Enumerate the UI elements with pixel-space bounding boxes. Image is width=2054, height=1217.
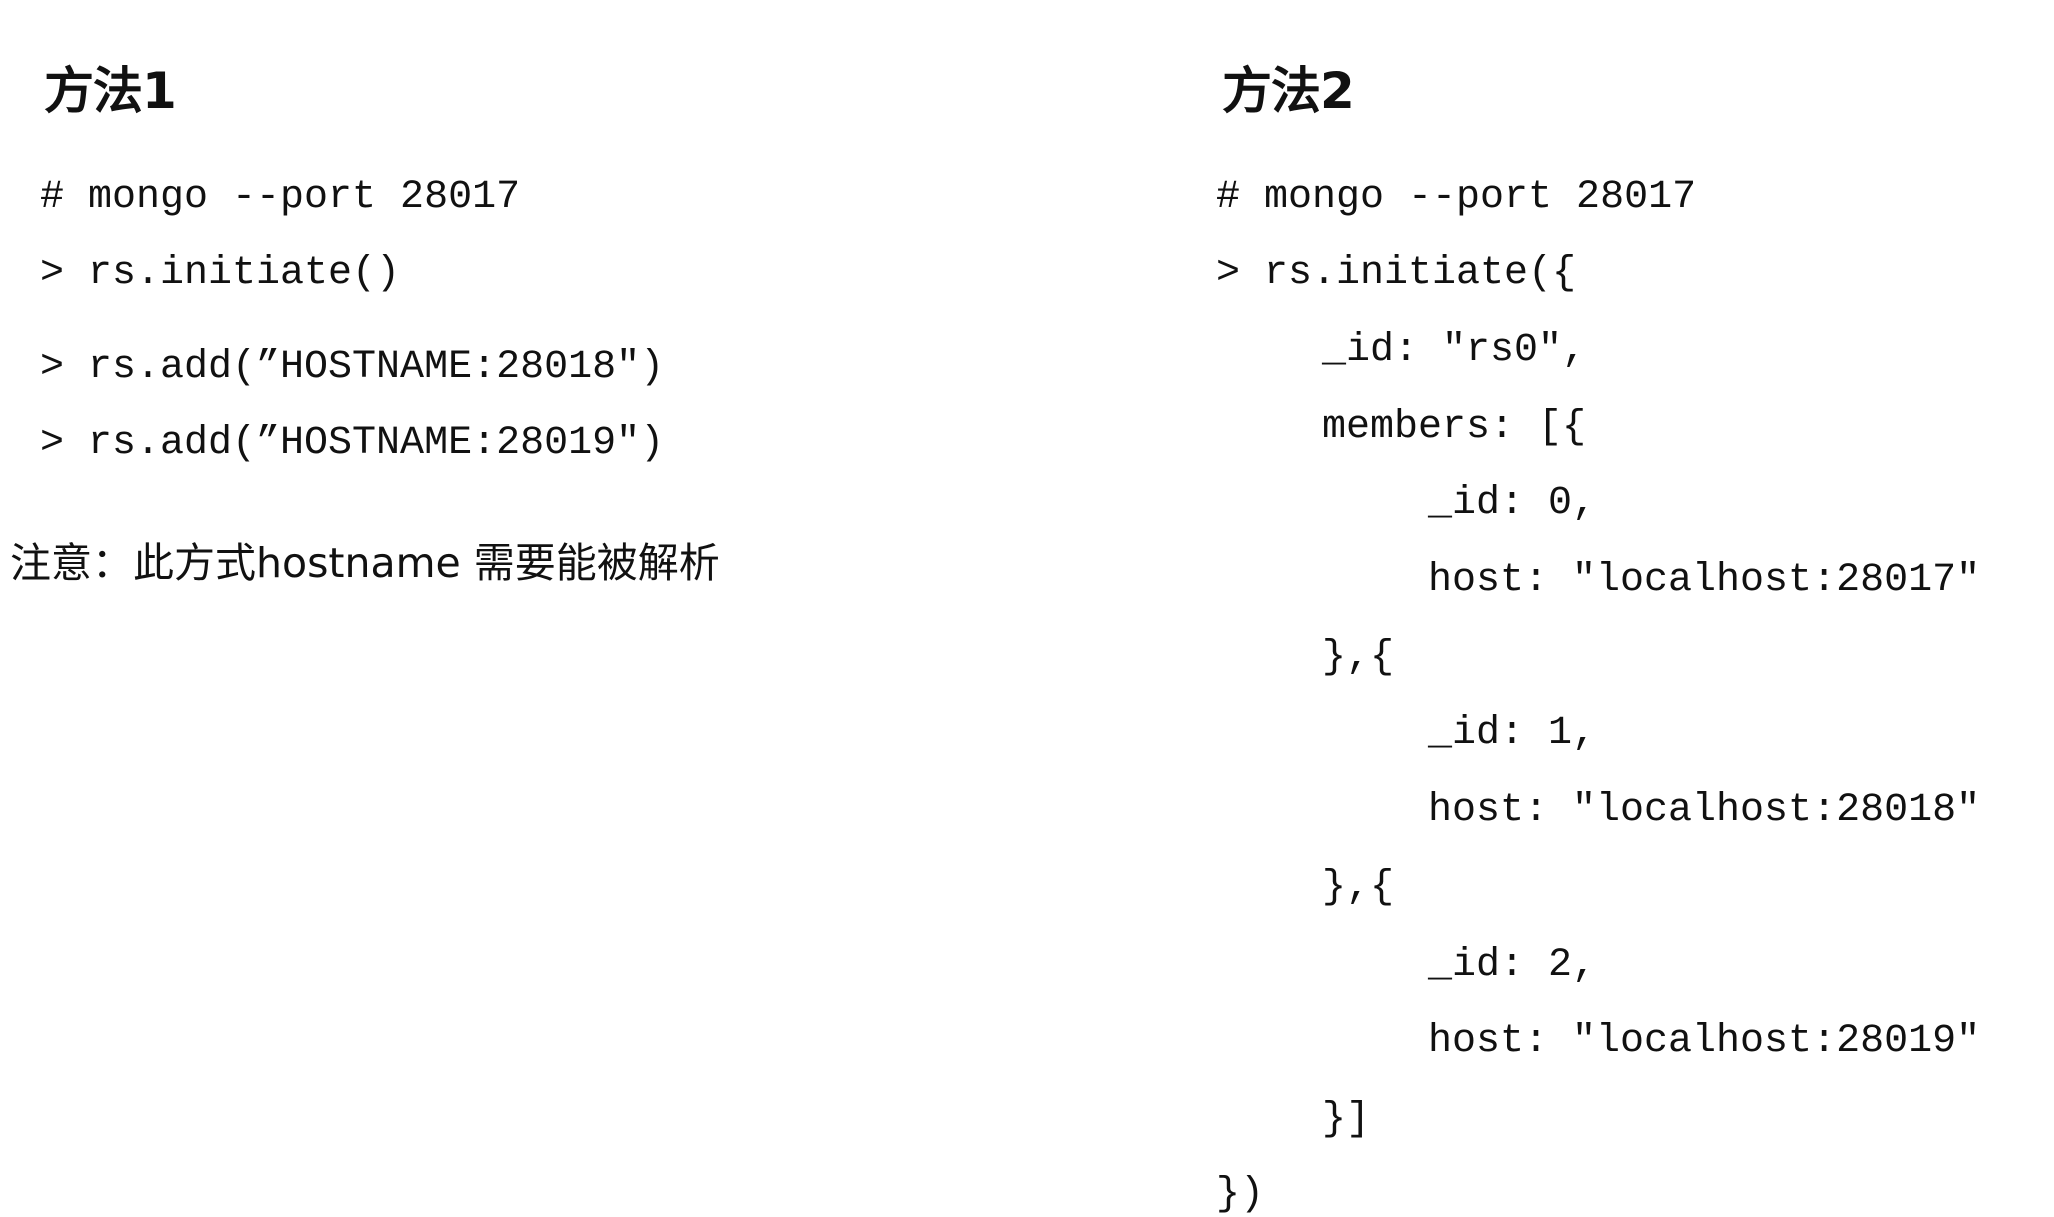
method2-code-line: _id: 2, (1428, 943, 1597, 988)
method2-code-line: > rs.initiate({ (1216, 251, 1577, 296)
method1-code-line: > rs.add(”HOSTNAME:28019") (40, 421, 665, 466)
method2-code-line: },{ (1322, 635, 1395, 680)
method1-code-line: > rs.add(”HOSTNAME:28018") (40, 345, 665, 390)
method2-code-line: _id: 0, (1428, 481, 1597, 526)
method1-note: 注意：此方式hostname 需要能被解析 (10, 539, 720, 587)
method2-code-line: host: "localhost:28017" (1428, 558, 1981, 603)
method1-code-line: # mongo --port 28017 (40, 175, 521, 220)
method2-code-line: _id: "rs0", (1322, 328, 1587, 373)
method2-code-line: # mongo --port 28017 (1216, 175, 1697, 220)
method2-code-line: }] (1322, 1097, 1371, 1142)
method2-code-line: members: [{ (1322, 405, 1587, 450)
method2-code-line: }) (1216, 1172, 1265, 1217)
method1-code-line: > rs.initiate() (40, 251, 401, 296)
method2-title: 方法2 (1222, 62, 1355, 120)
method2-code-line: _id: 1, (1428, 711, 1597, 756)
method2-code-line: },{ (1322, 865, 1395, 910)
method1-title: 方法1 (44, 62, 177, 120)
method2-code-line: host: "localhost:28019" (1428, 1019, 1981, 1064)
method2-code-line: host: "localhost:28018" (1428, 788, 1981, 833)
